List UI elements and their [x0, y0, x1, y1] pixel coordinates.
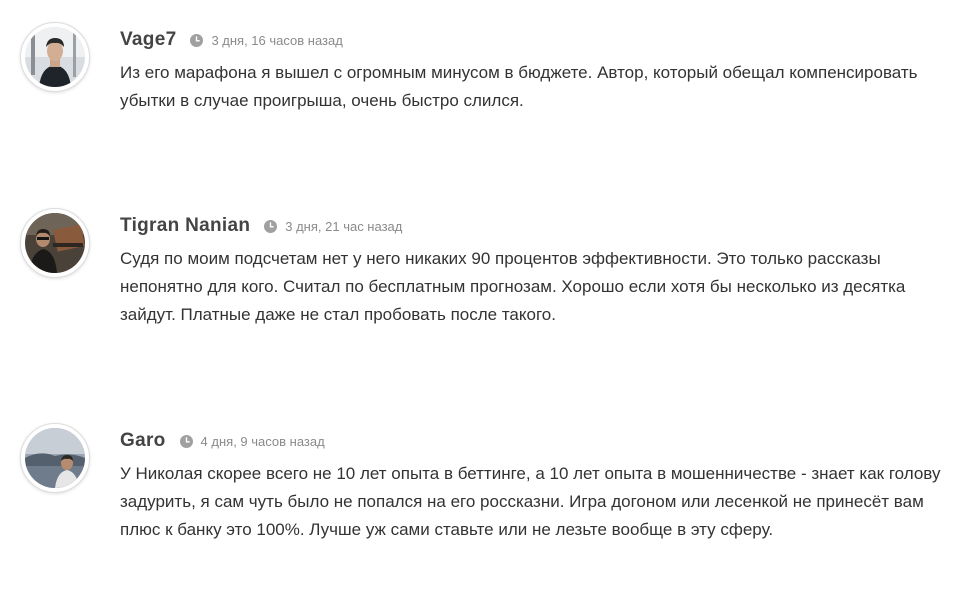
- avatar-photo: [25, 27, 85, 87]
- comment-meta: Vage7 3 дня, 16 часов назад: [120, 28, 343, 52]
- comment-author[interactable]: Tigran Nanian: [120, 215, 250, 237]
- comment-text: У Николая скорее всего не 10 лет опыта в…: [120, 464, 941, 539]
- comment-text: Судя по моим подсчетам нет у него никаки…: [120, 249, 906, 324]
- clock-icon: [264, 219, 278, 233]
- avatar-photo: [25, 428, 85, 488]
- comment-text: Из его марафона я вышел с огромным минус…: [120, 63, 918, 110]
- avatar[interactable]: [20, 423, 90, 493]
- comment-author[interactable]: Vage7: [120, 29, 176, 51]
- clock-icon: [179, 434, 193, 448]
- clock-icon: [190, 33, 204, 47]
- comment-author[interactable]: Garo: [120, 430, 166, 452]
- comment-time: 3 дня, 16 часов назад: [211, 32, 343, 48]
- comment-meta: Tigran Nanian 3 дня, 21 час назад: [120, 214, 402, 238]
- comment-time: 3 дня, 21 час назад: [285, 218, 403, 234]
- comment-meta: Garo 4 дня, 9 часов назад: [120, 429, 325, 453]
- avatar[interactable]: [20, 22, 90, 92]
- avatar[interactable]: [20, 208, 90, 278]
- comment-time: 4 дня, 9 часов назад: [200, 433, 325, 449]
- avatar-photo: [25, 213, 85, 273]
